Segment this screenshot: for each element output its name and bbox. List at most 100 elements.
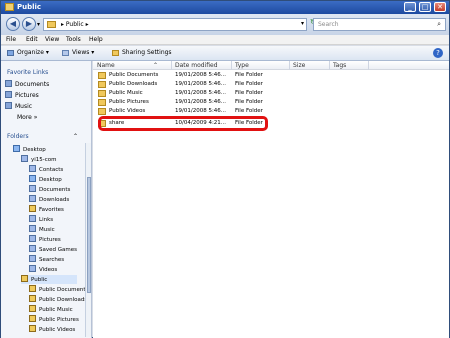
pictures-icon xyxy=(29,235,36,242)
tree-label: Documents xyxy=(39,187,71,193)
folder-icon xyxy=(47,21,56,28)
tree-item[interactable]: Documents xyxy=(29,185,70,194)
folder-icon xyxy=(21,275,28,282)
share-highlight-outline xyxy=(98,116,268,131)
help-icon[interactable]: ? xyxy=(433,48,443,58)
file-row[interactable]: Public Music 19/01/2008 5:46... File Folde… xyxy=(93,89,323,98)
file-date: 19/01/2008 5:46... xyxy=(175,108,227,114)
file-row[interactable]: Public Videos 19/01/2008 5:46... File Fold… xyxy=(93,107,323,116)
back-button[interactable]: ◀ xyxy=(6,17,20,31)
favorite-music[interactable]: Music xyxy=(5,102,32,111)
sort-indicator-icon[interactable]: ⌃ xyxy=(153,62,158,69)
name-column-header[interactable]: Name xyxy=(97,62,115,69)
tree-item-selected[interactable]: Public xyxy=(21,275,77,284)
tree-item[interactable]: Public Music xyxy=(29,305,73,314)
column-header: Name ⌃ Date modified Type Size Tags xyxy=(93,61,449,70)
tree-item[interactable]: Desktop xyxy=(13,145,46,154)
tree-item[interactable]: Public Document xyxy=(29,285,86,294)
videos-folder-icon xyxy=(29,325,36,332)
file-row[interactable]: Public Downloads 19/01/2008 5:46... File F… xyxy=(93,80,323,89)
menu-tools[interactable]: Tools xyxy=(66,36,81,43)
tree-item[interactable]: Saved Games xyxy=(29,245,77,254)
column-divider[interactable] xyxy=(289,61,290,70)
nav-dropdown-icon[interactable]: ▾ xyxy=(37,21,40,28)
menu-view[interactable]: View xyxy=(45,36,59,43)
column-divider[interactable] xyxy=(329,61,330,70)
organize-button[interactable]: Organize ▾ xyxy=(7,49,49,56)
tree-label: yi15-com xyxy=(31,157,57,163)
minimize-button[interactable]: _ xyxy=(404,2,416,12)
menu-bar: File Edit View Tools Help xyxy=(1,35,449,45)
favorite-more-link[interactable]: More » xyxy=(17,114,37,121)
tree-label: Links xyxy=(39,217,54,223)
tree-label: Contacts xyxy=(39,167,64,173)
tree-item[interactable]: Public Downloads xyxy=(29,295,87,304)
type-column-header[interactable]: Type xyxy=(235,62,249,69)
tree-item[interactable]: Downloads xyxy=(29,195,69,204)
close-button[interactable]: ✕ xyxy=(434,2,446,12)
favorite-documents[interactable]: Documents xyxy=(5,80,49,89)
videos-folder-icon xyxy=(98,108,106,115)
file-row[interactable]: Public Pictures 19/01/2008 5:46... File Fo… xyxy=(93,98,323,107)
address-bar: ◀ ▶ ▾ ▸ Public ▸ ▾ ↻ Search ⌕ xyxy=(1,14,449,35)
column-divider[interactable] xyxy=(171,61,172,70)
column-divider[interactable] xyxy=(231,61,232,70)
tree-label: Music xyxy=(39,227,55,233)
tree-item[interactable]: Contacts xyxy=(29,165,63,174)
tree-label: Desktop xyxy=(23,147,46,153)
search-icon[interactable]: ⌕ xyxy=(437,20,441,29)
sharing-icon xyxy=(112,49,119,56)
folder-icon xyxy=(29,295,36,302)
pictures-folder-icon xyxy=(98,99,106,106)
music-folder-icon xyxy=(98,90,106,97)
forward-button[interactable]: ▶ xyxy=(22,17,36,31)
tree-item[interactable]: Pictures xyxy=(29,235,61,244)
favorite-links-title: Favorite Links xyxy=(7,69,49,76)
tree-item[interactable]: yi15-com xyxy=(21,155,57,164)
tree-label: Downloads xyxy=(39,197,70,203)
tags-column-header[interactable]: Tags xyxy=(333,62,346,69)
views-button[interactable]: Views ▾ xyxy=(62,49,94,56)
tree-label: Public Document xyxy=(39,287,86,293)
address-input[interactable]: ▸ Public ▸ ▾ xyxy=(43,18,307,31)
address-dropdown-icon[interactable]: ▾ xyxy=(301,20,304,27)
search-input[interactable]: Search ⌕ xyxy=(313,18,446,31)
address-path[interactable]: ▸ Public ▸ xyxy=(61,21,89,28)
music-icon xyxy=(29,225,36,232)
tree-item[interactable]: Links xyxy=(29,215,53,224)
tree-label: Videos xyxy=(39,267,58,273)
size-column-header[interactable]: Size xyxy=(293,62,305,69)
maximize-button[interactable]: □ xyxy=(419,2,431,12)
tree-scrollbar[interactable] xyxy=(85,143,91,337)
file-name: Public Documents xyxy=(109,72,159,78)
searches-icon xyxy=(29,255,36,262)
column-divider[interactable] xyxy=(368,61,369,70)
favorite-label: Music xyxy=(15,103,33,110)
tree-item[interactable]: Music xyxy=(29,225,55,234)
tree-item[interactable]: Public Videos xyxy=(29,325,75,334)
tree-item[interactable]: Public Pictures xyxy=(29,315,79,324)
toolbar: Organize ▾ Views ▾ Sharing Settings ? xyxy=(1,46,449,61)
tree-label: Saved Games xyxy=(39,247,77,253)
tree-label: Pictures xyxy=(39,237,61,243)
file-type: File Folder xyxy=(235,72,263,78)
menu-help[interactable]: Help xyxy=(89,36,103,43)
tree-label: Searches xyxy=(39,257,65,263)
file-row[interactable]: Public Documents 19/01/2008 5:46... File F… xyxy=(93,71,323,80)
tree-item[interactable]: Favorites xyxy=(29,205,64,214)
tree-item[interactable]: Videos xyxy=(29,265,57,274)
menu-file[interactable]: File xyxy=(6,36,16,43)
sharing-settings-button[interactable]: Sharing Settings xyxy=(112,49,172,56)
date-column-header[interactable]: Date modified xyxy=(175,62,218,69)
file-type: File Folder xyxy=(235,81,263,87)
scroll-thumb[interactable] xyxy=(87,177,91,293)
tree-item[interactable]: Searches xyxy=(29,255,64,264)
chevron-up-icon[interactable]: ⌃ xyxy=(73,133,78,140)
chevron-down-icon: ▾ xyxy=(45,49,49,56)
favorite-pictures[interactable]: Pictures xyxy=(5,91,39,100)
tree-label: Desktop xyxy=(39,177,62,183)
folder-icon xyxy=(29,285,36,292)
tree-item[interactable]: Desktop xyxy=(29,175,62,184)
menu-edit[interactable]: Edit xyxy=(26,36,38,43)
folders-title[interactable]: Folders xyxy=(7,133,29,140)
